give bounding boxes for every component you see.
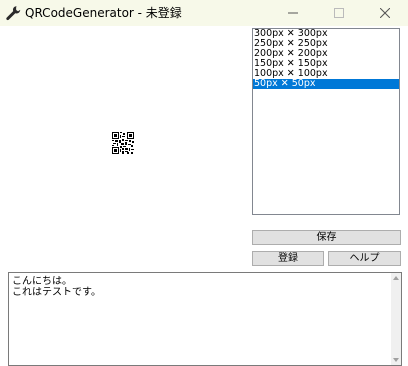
size-option-50[interactable]: 50px ✕ 50px <box>253 79 399 89</box>
text-line: こんにちは。 <box>12 276 72 287</box>
text-input-area[interactable]: こんにちは。 これはテストです。 <box>8 272 402 366</box>
size-listbox[interactable]: 300px ✕ 300px 250px ✕ 250px 200px ✕ 200p… <box>252 28 400 215</box>
save-button[interactable]: 保存 <box>252 230 401 245</box>
register-button[interactable]: 登録 <box>252 251 324 266</box>
app-window: QRCodeGenerator - 未登録 300px ✕ 300px 250p… <box>0 0 408 366</box>
title-bar[interactable]: QRCodeGenerator - 未登録 <box>0 0 408 26</box>
minimize-icon <box>288 12 298 14</box>
maximize-button[interactable] <box>316 0 362 26</box>
text-line: これはテストです。 <box>12 287 101 298</box>
maximize-icon <box>334 8 344 18</box>
scroll-up-icon[interactable] <box>393 276 399 280</box>
scroll-down-icon[interactable] <box>393 358 399 362</box>
close-button[interactable] <box>362 0 408 26</box>
window-title: QRCodeGenerator - 未登録 <box>25 6 182 20</box>
help-button[interactable]: ヘルプ <box>328 251 401 266</box>
minimize-button[interactable] <box>270 0 316 26</box>
vertical-scrollbar[interactable] <box>391 273 401 365</box>
wrench-icon <box>6 6 21 21</box>
close-icon <box>380 8 390 18</box>
qr-code-image <box>112 132 134 154</box>
